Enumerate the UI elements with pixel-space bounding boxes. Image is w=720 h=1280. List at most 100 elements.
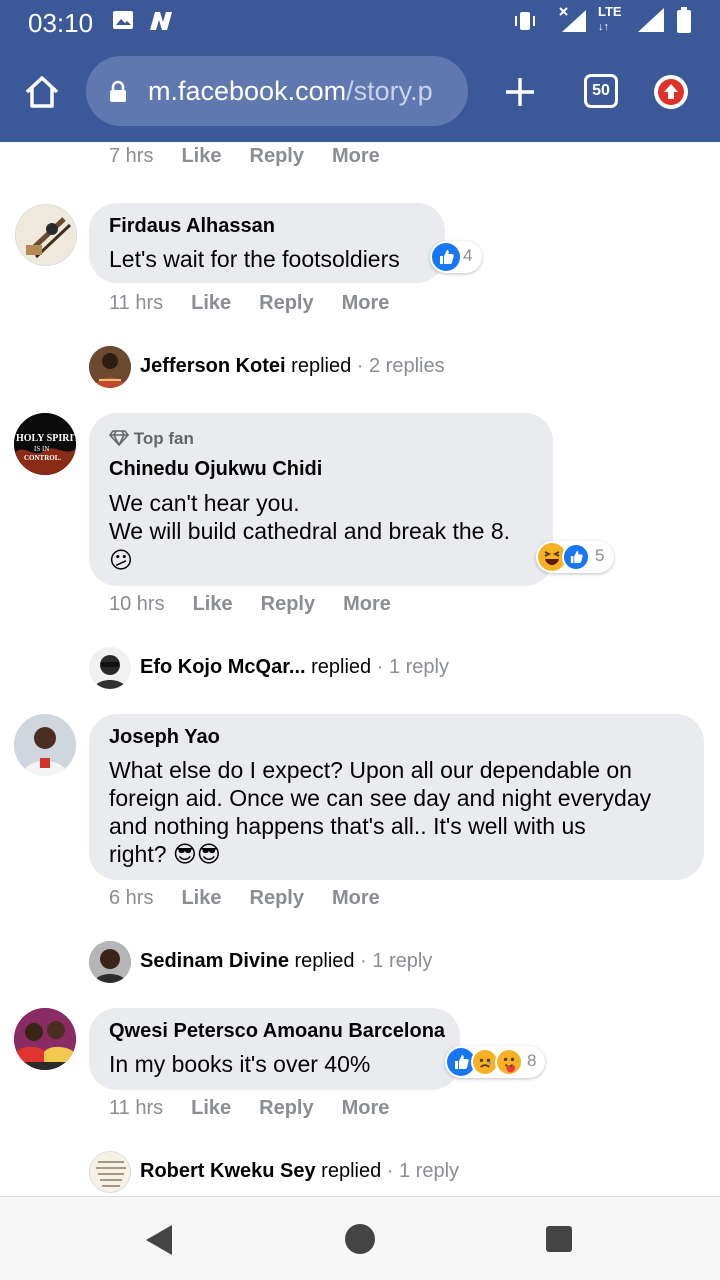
- replied-label: replied: [311, 656, 372, 678]
- avatar[interactable]: HOLY SPIRIT IS IN CONTROL.: [14, 413, 76, 475]
- comment-bubble: Firdaus Alhassan Let's wait for the foot…: [89, 203, 445, 283]
- replied-label: replied: [321, 1160, 382, 1182]
- more-link[interactable]: More: [342, 292, 390, 315]
- reaction-count: 8: [527, 1051, 537, 1070]
- avatar-text-line1: HOLY SPIRIT: [16, 433, 76, 444]
- like-link[interactable]: Like: [193, 593, 233, 616]
- comment-time: 11 hrs: [109, 1097, 164, 1119]
- comment-emoji: 😕: [109, 547, 133, 573]
- signal-icon: [636, 6, 666, 39]
- reply-count: · 1 reply: [371, 656, 449, 678]
- reply-link[interactable]: Reply: [259, 1097, 313, 1120]
- reply-link[interactable]: Reply: [261, 593, 315, 616]
- reaction-summary[interactable]: 4: [430, 241, 482, 273]
- lock-icon: [108, 80, 128, 109]
- comment-text-line: We can't hear you.: [109, 490, 300, 516]
- home-icon: [25, 76, 59, 108]
- reply-avatar[interactable]: [89, 647, 131, 689]
- comment-bubble: Joseph Yao What else do I expect? Upon a…: [89, 714, 704, 880]
- reply-avatar[interactable]: [89, 346, 131, 388]
- n-app-icon: [147, 9, 175, 38]
- avatar[interactable]: [14, 714, 76, 776]
- reply-avatar[interactable]: [89, 941, 131, 983]
- comment-text-line: foreign aid. Once we can see day and nig…: [109, 785, 652, 811]
- avatar-text-line2: IS IN: [34, 445, 49, 453]
- address-row: m.facebook.com/story.p 50: [0, 56, 720, 126]
- vibrate-icon: [512, 9, 538, 38]
- comment-actions: 6 hrs Like Reply More: [109, 887, 380, 910]
- replier-name: Efo Kojo McQar...: [140, 656, 306, 678]
- system-nav-bar: [0, 1196, 720, 1280]
- avatar[interactable]: [14, 1008, 76, 1070]
- more-link[interactable]: More: [342, 1097, 390, 1120]
- comment-text: Let's wait for the footsoldiers: [109, 246, 400, 272]
- replies-link[interactable]: Efo Kojo McQar... replied · 1 reply: [140, 656, 449, 679]
- like-link[interactable]: Like: [181, 145, 221, 168]
- replies-link[interactable]: Robert Kweku Sey replied · 1 reply: [140, 1160, 459, 1183]
- home-button[interactable]: [22, 72, 62, 112]
- url-text: m.facebook.com/story.p: [148, 76, 454, 107]
- replies-link[interactable]: Jefferson Kotei replied · 2 replies: [140, 355, 445, 378]
- signal-x-icon: [558, 6, 588, 39]
- more-link[interactable]: More: [343, 593, 391, 616]
- like-link[interactable]: Like: [181, 887, 221, 910]
- reaction-summary[interactable]: 5: [536, 541, 614, 573]
- comment-time: 10 hrs: [109, 593, 165, 615]
- url-path: /story.p: [346, 76, 433, 106]
- care-reaction-icon: [495, 1048, 523, 1076]
- home-circle-icon: [345, 1224, 375, 1254]
- reaction-count: 4: [463, 246, 473, 265]
- like-link[interactable]: Like: [191, 1097, 231, 1120]
- browser-top-bar: 03:10 LTE ↓↑ m.facebook.com/story.p 50: [0, 0, 720, 142]
- comment-bubble: Top fan Chinedu Ojukwu Chidi We can't he…: [89, 413, 553, 586]
- reply-link[interactable]: Reply: [250, 145, 304, 168]
- replied-label: replied: [291, 355, 352, 377]
- comment-time: 11 hrs: [109, 292, 164, 314]
- back-triangle-icon: [146, 1225, 172, 1255]
- comment-text-line: We will build cathedral and break the 8.: [109, 518, 511, 544]
- reply-link[interactable]: Reply: [250, 887, 304, 910]
- replier-name: Sedinam Divine: [140, 950, 289, 972]
- upload-arrow-icon: [658, 79, 684, 105]
- commenter-name[interactable]: Firdaus Alhassan: [109, 215, 275, 238]
- reply-link[interactable]: Reply: [259, 292, 313, 315]
- diamond-icon: [108, 430, 130, 447]
- reply-avatar[interactable]: [89, 1151, 131, 1193]
- commenter-name[interactable]: Qwesi Petersco Amoanu Barcelona: [109, 1020, 445, 1043]
- more-link[interactable]: More: [332, 145, 380, 168]
- comment-text-line: What else do I expect? Upon all our depe…: [109, 757, 632, 783]
- update-button[interactable]: [654, 75, 688, 109]
- comment-actions: 10 hrs Like Reply More: [109, 593, 391, 616]
- avatar[interactable]: [15, 204, 77, 266]
- replier-name: Robert Kweku Sey: [140, 1160, 316, 1182]
- comment-bubble: Qwesi Petersco Amoanu Barcelona In my bo…: [89, 1008, 460, 1090]
- lte-icon: LTE ↓↑: [598, 4, 622, 34]
- url-bar[interactable]: m.facebook.com/story.p: [86, 56, 468, 126]
- comment-actions: 7 hrs Like Reply More: [109, 145, 380, 168]
- more-link[interactable]: More: [332, 887, 380, 910]
- new-tab-button[interactable]: [500, 72, 540, 112]
- comment-text: In my books it's over 40%: [109, 1051, 371, 1077]
- comment-text-line: right? 😎😎: [109, 841, 221, 867]
- comment-actions: 11 hrs Like Reply More: [109, 292, 389, 315]
- home-nav-button[interactable]: [343, 1222, 377, 1261]
- replier-name: Jefferson Kotei: [140, 355, 286, 377]
- tab-switcher-button[interactable]: 50: [584, 74, 618, 108]
- like-link[interactable]: Like: [191, 292, 231, 315]
- comment-actions: 11 hrs Like Reply More: [109, 1097, 389, 1120]
- commenter-name[interactable]: Joseph Yao: [109, 726, 220, 749]
- status-bar: 03:10 LTE ↓↑: [0, 0, 720, 44]
- comment-text-line: and nothing happens that's all.. It's we…: [109, 813, 586, 839]
- reaction-summary[interactable]: 8: [445, 1046, 545, 1078]
- recents-button[interactable]: [544, 1224, 574, 1259]
- reaction-count: 5: [595, 546, 605, 565]
- like-reaction-icon: [562, 543, 590, 571]
- back-button[interactable]: [144, 1223, 174, 1262]
- battery-icon: [676, 6, 692, 39]
- reply-count: · 1 reply: [381, 1160, 460, 1182]
- status-time: 03:10: [28, 8, 94, 38]
- commenter-name[interactable]: Chinedu Ojukwu Chidi: [109, 458, 322, 481]
- url-host: m.facebook.com: [148, 76, 347, 106]
- replies-link[interactable]: Sedinam Divine replied · 1 reply: [140, 950, 432, 973]
- replied-label: replied: [294, 950, 355, 972]
